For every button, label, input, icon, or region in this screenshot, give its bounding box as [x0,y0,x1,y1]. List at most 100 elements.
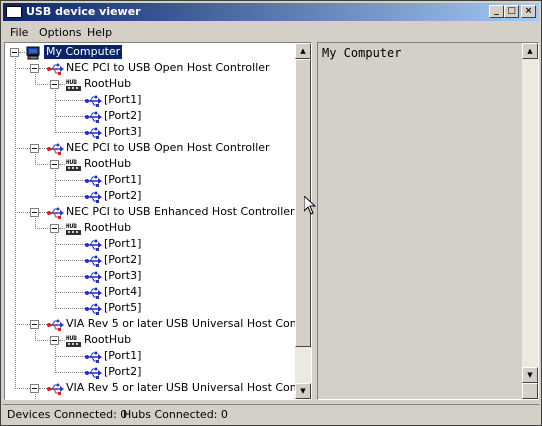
svg-text:HUB: HUB [66,79,77,86]
tree-node-label: [Port1] [104,93,142,106]
tree-node-port[interactable]: [Port1] [85,172,297,188]
tree-node-roothub[interactable]: HUBRootHub [65,332,297,348]
expander-hub[interactable] [50,160,59,169]
tree-connector [55,100,85,102]
usb-port-icon [85,286,102,299]
usb-port-icon [85,350,102,363]
usb-controller-icon [47,62,64,75]
tree-node-label: RootHub [84,77,132,90]
minimize-button[interactable]: _ [489,5,504,18]
tree-node-controller[interactable]: VIA Rev 5 or later USB Universal Host Co… [47,380,297,396]
usb-hub-icon: HUB [65,222,81,235]
tree-node-port[interactable]: [Port4] [85,284,297,300]
tree-connector [39,148,47,150]
svg-text:HUB: HUB [66,223,77,230]
tree-connector [35,330,37,341]
usb-controller-icon [47,382,64,395]
expander-controller[interactable] [30,144,39,153]
tree-node-roothub[interactable]: HUBRootHub [65,396,297,399]
usb-controller-icon [47,318,64,331]
tree-node-label: [Port2] [104,109,142,122]
svg-text:HUB: HUB [66,159,77,166]
usb-port-icon [85,110,102,123]
expander-controller[interactable] [30,208,39,217]
close-button[interactable]: × [521,5,536,18]
tree-connector [15,148,30,150]
tree-connector [15,58,17,389]
expander-controller[interactable] [30,64,39,73]
tree-node-label: [Port3] [104,125,142,138]
detail-vertical-scrollbar[interactable]: ▲ ▼ [522,43,538,399]
tree-connector [15,212,30,214]
title-bar[interactable]: USB device viewer _ □ × [3,3,539,21]
tree-connector [55,180,85,182]
menu-bar: File Options Help [3,23,539,41]
tree-connector [15,324,30,326]
tree-node-label: [Port1] [104,349,142,362]
tree-connector [35,218,37,229]
usb-port-icon [85,238,102,251]
tree-connector [55,372,85,374]
computer-icon [25,46,41,60]
tree-node-port[interactable]: [Port1] [85,236,297,252]
tree-node-label: VIA Rev 5 or later USB Universal Host Co… [66,317,297,330]
tree-connector [15,68,30,70]
size-grip[interactable] [522,383,538,399]
usb-controller-icon [47,142,64,155]
tree-connector [39,324,47,326]
detail-scroll-down-button[interactable]: ▼ [522,367,538,383]
tree-node-port[interactable]: [Port2] [85,364,297,380]
tree-node-label: NEC PCI to USB Open Host Controller [66,141,270,154]
expander-hub[interactable] [50,336,59,345]
menu-help[interactable]: Help [87,26,112,39]
tree-node-controller[interactable]: VIA Rev 5 or later USB Universal Host Co… [47,316,297,332]
tree-node-label: RootHub [84,333,132,346]
usb-hub-icon: HUB [65,334,81,347]
tree-node-label: My Computer [44,45,123,59]
tree-node-port[interactable]: [Port1] [85,92,297,108]
tree-vertical-scrollbar[interactable]: ▲ ▼ [295,43,311,399]
tree-node-port[interactable]: [Port3] [85,268,297,284]
tree-node-controller[interactable]: NEC PCI to USB Enhanced Host Controller … [47,204,297,220]
tree-connector [15,388,30,390]
tree-node-label: RootHub [84,157,132,170]
expander-hub[interactable] [50,224,59,233]
tree-node-port[interactable]: [Port2] [85,108,297,124]
tree-node-port[interactable]: [Port1] [85,348,297,364]
tree-connector [55,90,57,133]
scroll-down-button[interactable]: ▼ [295,383,311,399]
device-tree[interactable]: My Computer NEC PCI to USB Open Host Cont… [4,42,312,400]
menu-options[interactable]: Options [39,26,81,39]
tree-node-roothub[interactable]: HUB RootHub [65,76,297,92]
tree-node-port[interactable]: [Port2] [85,252,297,268]
tree-node-roothub[interactable]: HUBRootHub [65,220,297,236]
maximize-button[interactable]: □ [504,5,519,18]
tree-connector [35,228,50,230]
tree-node-label: [Port1] [104,173,142,186]
tree-node-roothub[interactable]: HUB RootHub [65,156,297,172]
expander-my-computer[interactable] [10,48,19,57]
expander-hub[interactable] [50,80,59,89]
tree-connector [35,340,50,342]
expander-controller[interactable] [30,320,39,329]
tree-node-port[interactable]: [Port5] [85,300,297,316]
tree-connector [55,132,85,134]
tree-node-label: [Port4] [104,285,142,298]
tree-node-my-computer[interactable]: My Computer [25,44,297,60]
scroll-up-button[interactable]: ▲ [295,43,311,59]
tree-connector [35,164,50,166]
tree-node-controller[interactable]: NEC PCI to USB Open Host Controller [47,140,297,156]
tree-connector [35,394,37,399]
tree-node-controller[interactable]: NEC PCI to USB Open Host Controller [47,60,297,76]
tree-connector [39,68,47,70]
menu-file[interactable]: File [10,26,28,39]
tree-node-port[interactable]: [Port2] [85,188,297,204]
tree-node-label: [Port3] [104,269,142,282]
tree-connector [55,292,85,294]
detail-scroll-up-button[interactable]: ▲ [522,43,538,59]
app-window: USB device viewer _ □ × File Options Hel… [0,0,542,426]
tree-connector [39,212,47,214]
expander-controller[interactable] [30,384,39,393]
detail-pane[interactable]: My Computer ▲ ▼ [317,42,539,400]
tree-node-port[interactable]: [Port3] [85,124,297,140]
